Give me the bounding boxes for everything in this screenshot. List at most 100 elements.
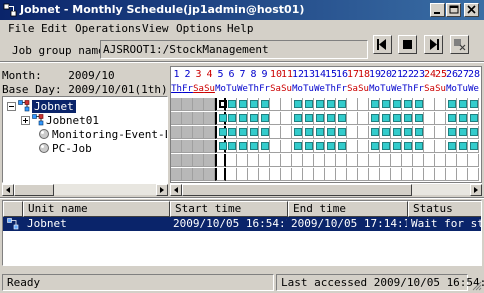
calendar-cell[interactable] [358, 140, 369, 153]
tree-item[interactable]: Jobnet01 [21, 114, 167, 127]
calendar-cell[interactable] [413, 126, 424, 139]
calendar-cell[interactable] [226, 98, 237, 111]
calendar-cell[interactable] [457, 154, 468, 167]
calendar-cell[interactable] [435, 112, 446, 125]
calendar-cell[interactable] [391, 112, 402, 125]
calendar-cell[interactable] [435, 126, 446, 139]
calendar-cell[interactable] [314, 126, 325, 139]
calendar-cell[interactable] [171, 140, 182, 153]
tree-item[interactable]: PC-Job [35, 142, 167, 155]
calendar-cell[interactable] [281, 112, 292, 125]
calendar-cell[interactable] [259, 168, 270, 181]
calendar-cell[interactable] [215, 140, 227, 153]
cal-scroll-thumb[interactable] [182, 184, 412, 196]
calendar-cell[interactable] [358, 154, 369, 167]
calendar-cell[interactable] [226, 140, 237, 153]
calendar-cell[interactable] [171, 98, 182, 111]
column-status[interactable]: Status [408, 201, 481, 217]
calendar-cell[interactable] [325, 168, 336, 181]
calendar-cell[interactable] [248, 168, 259, 181]
calendar-cell[interactable] [369, 98, 380, 111]
minimize-button[interactable] [430, 3, 445, 17]
calendar-cell[interactable] [446, 140, 457, 153]
calendar-cell[interactable] [182, 168, 193, 181]
calendar-cell[interactable] [270, 168, 281, 181]
calendar-cell[interactable] [424, 140, 435, 153]
close-button[interactable] [464, 3, 479, 17]
calendar-cell[interactable] [292, 98, 303, 111]
calendar-cell[interactable] [347, 126, 358, 139]
column-start-time[interactable]: Start time [170, 201, 288, 217]
calendar-cell[interactable] [237, 98, 248, 111]
calendar-cell[interactable] [424, 168, 435, 181]
calendar-cell[interactable] [336, 98, 347, 111]
calendar-cell[interactable] [325, 154, 336, 167]
calendar-cell[interactable] [204, 126, 215, 139]
calendar-cell[interactable] [369, 154, 380, 167]
calendar-cell[interactable] [182, 140, 193, 153]
job-group-field[interactable]: AJSROOT1:/StockManagement [100, 40, 368, 59]
calendar-cell[interactable] [446, 126, 457, 139]
calendar-cell[interactable] [259, 154, 270, 167]
calendar-cell[interactable] [171, 112, 182, 125]
calendar-cell[interactable] [457, 126, 468, 139]
calendar-cell[interactable] [369, 140, 380, 153]
menu-options[interactable]: Options [176, 22, 222, 35]
calendar-cell[interactable] [380, 98, 391, 111]
calendar-cell[interactable] [237, 140, 248, 153]
calendar-cell[interactable] [402, 126, 413, 139]
calendar-cell[interactable] [402, 140, 413, 153]
calendar-cell[interactable] [193, 140, 204, 153]
menu-view[interactable]: View [142, 22, 169, 35]
calendar-cell[interactable] [457, 140, 468, 153]
calendar-cell[interactable] [259, 126, 270, 139]
calendar-cell[interactable] [435, 98, 446, 111]
calendar-cell[interactable] [468, 168, 479, 181]
calendar-cell[interactable] [336, 168, 347, 181]
calendar-cell[interactable] [237, 168, 248, 181]
calendar-cell[interactable] [182, 126, 193, 139]
calendar-cell[interactable] [193, 112, 204, 125]
calendar-cell[interactable] [171, 126, 182, 139]
calendar-cell[interactable] [237, 154, 248, 167]
calendar-cell[interactable] [215, 168, 226, 181]
calendar-cell[interactable] [435, 168, 446, 181]
calendar-cell[interactable] [314, 168, 325, 181]
calendar-cell[interactable] [193, 98, 204, 111]
calendar-cell[interactable] [215, 98, 227, 111]
calendar-cell[interactable] [402, 98, 413, 111]
calendar-cell[interactable] [336, 154, 347, 167]
calendar-cell[interactable] [281, 140, 292, 153]
resize-grip-icon[interactable] [470, 279, 482, 291]
menu-operations[interactable]: Operations [75, 22, 141, 35]
calendar-cell[interactable] [270, 154, 281, 167]
calendar-cell[interactable] [248, 154, 259, 167]
calendar-cell[interactable] [259, 140, 270, 153]
calendar-cell[interactable] [237, 126, 248, 139]
calendar-cell[interactable] [347, 140, 358, 153]
next-button[interactable] [424, 35, 443, 54]
previous-button[interactable] [373, 35, 392, 54]
calendar-cell[interactable] [303, 112, 314, 125]
calendar-cell[interactable] [193, 168, 204, 181]
calendar-cell[interactable] [380, 126, 391, 139]
calendar-cell[interactable] [424, 112, 435, 125]
cal-scroll-left-button[interactable] [170, 184, 182, 196]
calendar-cell[interactable] [303, 98, 314, 111]
calendar-cell[interactable] [457, 112, 468, 125]
calendar-cell[interactable] [413, 154, 424, 167]
calendar-cell[interactable] [380, 168, 391, 181]
calendar-cell[interactable] [303, 140, 314, 153]
expand-icon[interactable] [21, 116, 30, 125]
calendar-cell[interactable] [314, 98, 325, 111]
calendar-cell[interactable] [303, 154, 314, 167]
calendar-cell[interactable] [435, 140, 446, 153]
calendar-cell[interactable] [281, 126, 292, 139]
scroll-right-button[interactable] [156, 184, 168, 196]
calendar-cell[interactable] [248, 98, 259, 111]
calendar-cell[interactable] [446, 112, 457, 125]
calendar-cell[interactable] [292, 112, 303, 125]
calendar-cell[interactable] [193, 126, 204, 139]
calendar-cell[interactable] [446, 154, 457, 167]
calendar-cell[interactable] [380, 112, 391, 125]
